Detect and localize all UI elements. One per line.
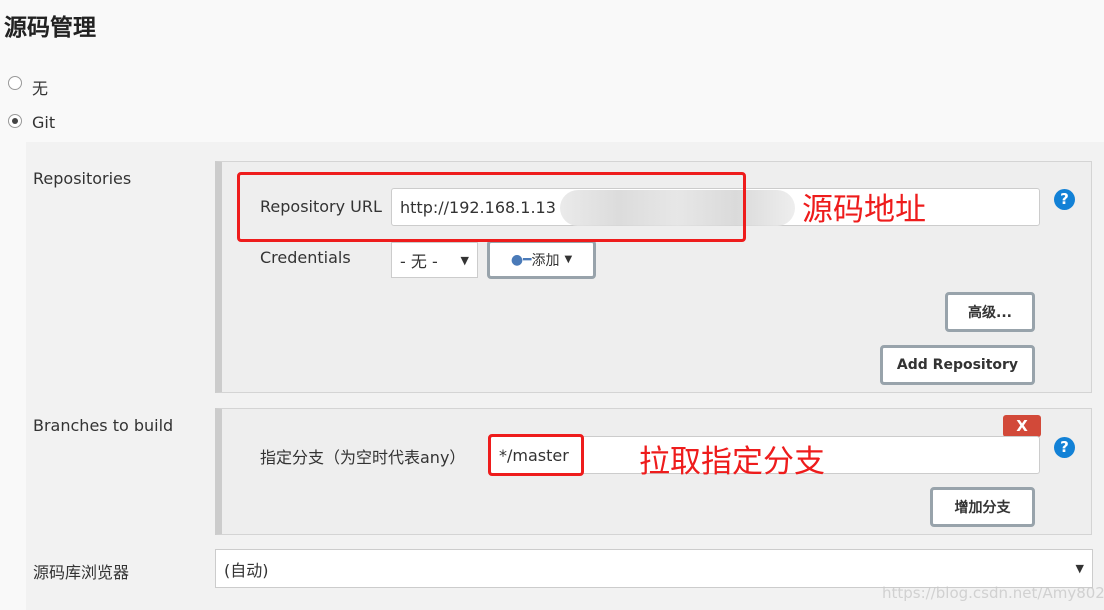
annotation-box-url [237,172,746,242]
browser-value: (自动) [224,560,269,580]
browser-select[interactable]: (自动) ▼ [215,549,1093,588]
watermark: https://blog.csdn.net/Amy8020 [882,584,1104,602]
credentials-label: Credentials [260,248,351,267]
section-title: 源码管理 [4,15,96,41]
scm-radio-git[interactable] [8,114,22,128]
scm-label-git: Git [32,113,56,132]
chevron-down-icon: ▼ [1075,562,1084,575]
add-branch-button[interactable]: 增加分支 [930,487,1035,527]
annotation-branch: 拉取指定分支 [639,444,825,480]
credentials-select[interactable]: - 无 - ▼ [391,242,478,278]
repositories-label: Repositories [33,169,132,188]
help-icon[interactable]: ? [1054,189,1075,210]
add-repository-button[interactable]: Add Repository [880,345,1035,385]
scm-radio-none[interactable] [8,76,22,90]
branch-spec-label: 指定分支（为空时代表any） [260,448,466,467]
key-icon: ●━ [510,251,532,268]
annotation-url: 源码地址 [802,192,926,228]
delete-branch-button[interactable]: X [1003,415,1041,437]
add-credentials-button[interactable]: ●━ 添加 ▼ [487,240,596,279]
help-icon[interactable]: ? [1054,437,1075,458]
branches-label: Branches to build [33,416,174,435]
annotation-box-branch [488,434,584,476]
advanced-button[interactable]: 高级... [945,292,1035,332]
add-credentials-label: 添加 [531,252,560,269]
caret-down-icon: ▼ [564,254,573,265]
scm-label-none: 无 [32,79,49,98]
chevron-down-icon: ▼ [460,253,469,267]
credentials-value: - 无 - [400,252,438,271]
browser-label: 源码库浏览器 [33,563,130,582]
